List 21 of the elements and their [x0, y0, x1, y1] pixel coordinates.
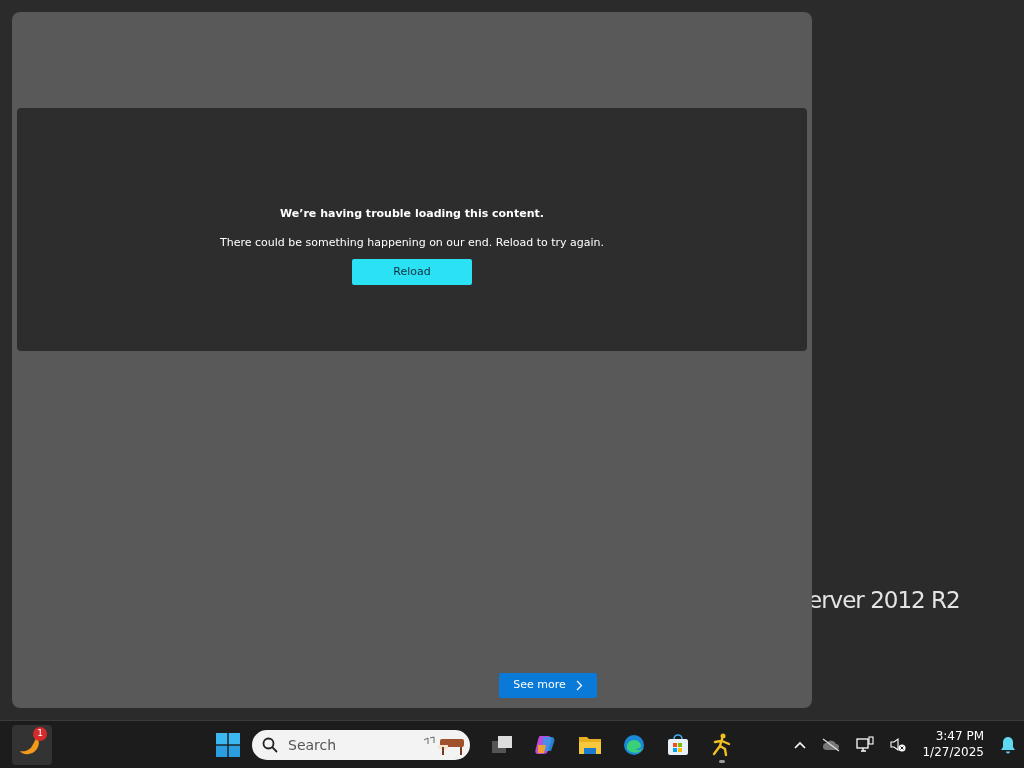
bell-icon[interactable]: [1000, 735, 1016, 754]
browser-icon: [622, 732, 646, 757]
clock-date[interactable]: 1/27/2025: [922, 744, 984, 761]
notification-badge: 1: [33, 726, 47, 741]
piano-icon: [422, 733, 466, 756]
search-field[interactable]: Search: [252, 729, 470, 760]
cloud-off-icon: [822, 737, 841, 752]
running-indicator: [719, 759, 725, 763]
windows-icon: [216, 732, 240, 757]
pinned-app-button[interactable]: 1: [12, 724, 52, 765]
speaker-muted-icon: [890, 736, 907, 753]
chevron-up-icon: [794, 740, 807, 749]
see-more-button[interactable]: See more: [499, 673, 597, 698]
network-icon: [856, 735, 875, 754]
clock-time[interactable]: 3:47 PM: [922, 728, 984, 745]
chevron-right-icon: [575, 680, 583, 691]
error-title: We’re having trouble loading this content.: [280, 206, 544, 222]
search-icon: [262, 736, 278, 753]
shopping-bag-icon: [666, 732, 690, 757]
error-message: There could be something happening on our end. Reload to try again.: [219, 234, 605, 251]
reload-button[interactable]: Reload: [352, 259, 472, 285]
